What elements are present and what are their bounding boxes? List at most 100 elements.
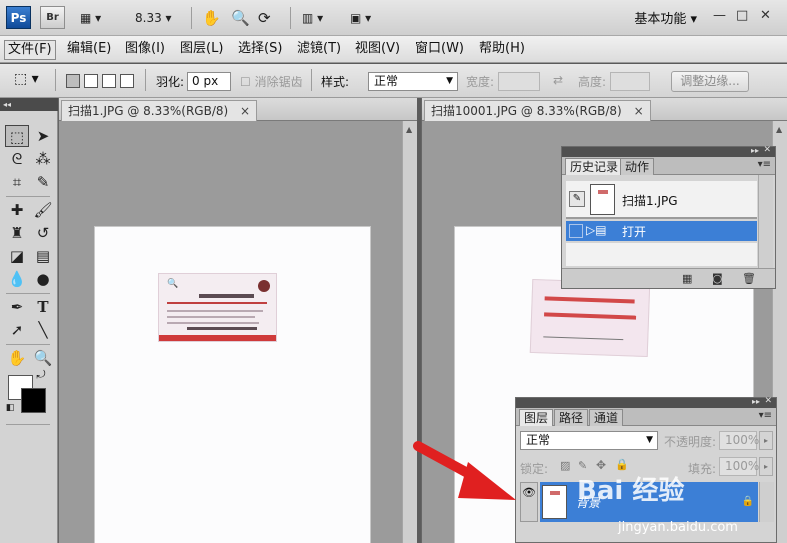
arrange-documents-icon[interactable]: ▥ ▾ — [302, 8, 323, 28]
collapse-panel-icon[interactable]: ▸▸ — [751, 146, 759, 155]
document-tab[interactable]: 扫描10001.JPG @ 8.33%(RGB/8) × — [424, 100, 651, 121]
add-selection-icon[interactable] — [84, 74, 98, 88]
bridge-button[interactable]: Br — [40, 6, 65, 29]
swap-dimensions-icon[interactable]: ⇄ — [553, 73, 563, 87]
eraser-tool-icon[interactable]: ◪ — [5, 245, 29, 267]
panel-menu-icon[interactable]: ▾≡ — [758, 159, 771, 170]
menu-help[interactable]: 帮助(H) — [476, 40, 528, 60]
menu-edit[interactable]: 编辑(E) — [64, 40, 114, 60]
refine-edge-button[interactable]: 调整边缘... — [671, 71, 749, 92]
document-tab[interactable]: 扫描1.JPG @ 8.33%(RGB/8) × — [61, 100, 258, 121]
scroll-up-icon[interactable]: ▲ — [406, 125, 412, 134]
default-colors-icon[interactable]: ◧ — [4, 402, 16, 414]
blend-mode-select[interactable]: 正常 ▼ — [520, 431, 658, 450]
tab-channels[interactable]: 通道 — [589, 409, 624, 426]
feather-input[interactable]: 0 px — [187, 72, 231, 91]
tab-layers[interactable]: 图层 — [519, 409, 554, 426]
menu-layer[interactable]: 图层(L) — [177, 40, 226, 60]
fill-slider-arrow-icon[interactable]: ▸ — [759, 457, 773, 476]
opacity-input[interactable]: 100% — [719, 431, 759, 450]
healing-brush-tool-icon[interactable]: ✚ — [5, 199, 29, 221]
minimize-button[interactable]: — — [713, 8, 726, 23]
blur-tool-icon[interactable]: 💧 — [5, 268, 29, 290]
history-source-checkbox[interactable] — [569, 224, 583, 238]
fill-input[interactable]: 100% — [719, 457, 759, 476]
new-selection-icon[interactable] — [66, 74, 80, 88]
restore-button[interactable]: □ — [736, 8, 748, 23]
workspace-switcher[interactable]: 基本功能 ▾ — [634, 8, 697, 27]
gradient-tool-icon[interactable]: ▤ — [31, 245, 55, 267]
panel-menu-icon[interactable]: ▾≡ — [759, 410, 772, 421]
zoom-tool-icon[interactable]: 🔍 — [31, 347, 55, 369]
tab-actions[interactable]: 动作 — [620, 158, 655, 175]
pen-tool-icon[interactable]: ✒ — [5, 296, 29, 318]
trash-icon[interactable]: 🗑 — [742, 272, 756, 285]
search-icon: 🔍 — [167, 279, 179, 289]
new-snapshot-icon[interactable]: ◙ — [712, 272, 723, 285]
menu-filter[interactable]: 滤镜(T) — [294, 40, 344, 60]
width-input[interactable] — [498, 72, 540, 91]
redacted-scribble — [187, 327, 257, 330]
close-icon[interactable]: × — [240, 104, 250, 118]
panel-scrollbar[interactable] — [758, 175, 773, 268]
tab-history[interactable]: 历史记录 — [565, 158, 624, 175]
eyedropper-tool-icon[interactable]: ✎ — [31, 171, 55, 193]
zoom-tool-icon[interactable]: 🔍 — [231, 8, 250, 28]
menu-select[interactable]: 选择(S) — [235, 40, 285, 60]
screen-mode-icon[interactable]: ▣ ▾ — [350, 8, 371, 28]
close-panel-icon[interactable]: ✕ — [764, 396, 772, 406]
type-tool-icon[interactable]: T — [31, 296, 55, 318]
dodge-tool-icon[interactable]: ● — [31, 268, 55, 290]
eye-icon[interactable]: 👁 — [520, 482, 538, 522]
lasso-tool-icon[interactable]: ᘓ — [5, 148, 29, 170]
close-button[interactable]: ✕ — [760, 8, 771, 23]
new-document-from-state-icon[interactable]: ▦ — [682, 272, 692, 285]
menu-window[interactable]: 窗口(W) — [412, 40, 467, 60]
view-extras-icon[interactable]: ▦ ▾ — [80, 8, 101, 28]
opacity-slider-arrow-icon[interactable]: ▸ — [759, 431, 773, 450]
collapse-panel-icon[interactable]: ▸▸ — [752, 397, 760, 406]
stamp-text-line — [544, 312, 637, 320]
antialias-label: 消除锯齿 — [254, 75, 303, 89]
zoom-level-select[interactable]: 8.33 ▾ — [135, 8, 179, 28]
canvas-area[interactable]: 🔍 — [59, 121, 402, 543]
crop-tool-icon[interactable]: ⌗ — [5, 171, 29, 193]
panel-scrollbar[interactable] — [759, 482, 774, 522]
hand-tool-icon[interactable]: ✋ — [202, 8, 221, 28]
history-brush-source-icon[interactable]: ✎ — [569, 191, 585, 207]
document-title: 扫描1.JPG @ 8.33%(RGB/8) — [68, 104, 229, 118]
close-panel-icon[interactable]: ✕ — [763, 145, 771, 155]
history-brush-tool-icon[interactable]: ↺ — [31, 222, 55, 244]
rotate-view-icon[interactable]: ⟳ — [258, 8, 271, 28]
magic-wand-tool-icon[interactable]: ⁂ — [31, 148, 55, 170]
background-color-swatch[interactable] — [21, 388, 46, 413]
hand-tool-icon[interactable]: ✋ — [5, 347, 29, 369]
height-input[interactable] — [610, 72, 650, 91]
collapse-icon[interactable]: ◂◂ — [0, 98, 58, 111]
menu-file[interactable]: 文件(F) — [4, 40, 56, 60]
line-tool-icon[interactable]: ╲ — [31, 319, 55, 341]
swap-colors-icon[interactable]: ⤾ — [34, 368, 48, 382]
separator — [145, 69, 146, 91]
clone-stamp-tool-icon[interactable]: ♜ — [5, 222, 29, 244]
brush-tool-icon[interactable]: 🖌 — [31, 199, 55, 221]
zoom-level-value: 8.33 — [135, 11, 162, 25]
panel-tabs: 图层 路径 通道 ▾≡ — [516, 408, 776, 426]
rectangular-marquee-tool-icon[interactable]: ⬚ — [5, 125, 29, 147]
menu-image[interactable]: 图像(I) — [122, 40, 168, 60]
menu-view[interactable]: 视图(V) — [352, 40, 403, 60]
move-tool-icon[interactable]: ➤ — [31, 125, 55, 147]
antialias-checkbox[interactable]: ☐ 消除锯齿 — [240, 73, 303, 90]
close-icon[interactable]: × — [634, 104, 644, 118]
intersect-selection-icon[interactable] — [120, 74, 134, 88]
history-snapshot[interactable]: ✎ 扫描1.JPG — [566, 181, 757, 219]
scroll-up-icon[interactable]: ▲ — [776, 125, 782, 134]
subtract-selection-icon[interactable] — [102, 74, 116, 88]
marquee-preset-icon[interactable]: ⬚ ▾ — [14, 71, 39, 87]
lock-transparent-icon[interactable]: ▨ — [560, 459, 570, 472]
history-panel-footer: ▦ ◙ 🗑 — [562, 268, 775, 288]
path-selection-tool-icon[interactable]: ➚ — [5, 319, 29, 341]
style-select[interactable]: 正常 ▼ — [368, 72, 458, 91]
tab-paths[interactable]: 路径 — [554, 409, 589, 426]
history-state-open[interactable]: ▷▤ 打开 — [566, 221, 757, 241]
